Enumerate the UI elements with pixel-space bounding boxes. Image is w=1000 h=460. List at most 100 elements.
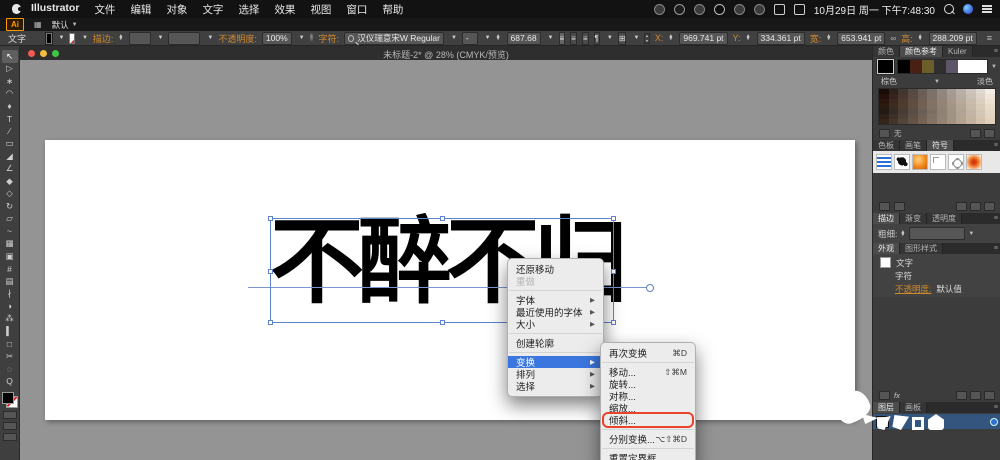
fill-color-swatch[interactable] xyxy=(44,31,53,45)
appearance-row-1[interactable]: 字符 xyxy=(873,269,1000,282)
chevron-down-icon[interactable]: ▼ xyxy=(82,35,88,41)
tab-颜色[interactable]: 颜色 xyxy=(873,46,900,57)
bluetooth-icon[interactable] xyxy=(733,3,745,15)
color-variations-grid[interactable] xyxy=(878,88,996,125)
new-stroke-icon[interactable] xyxy=(879,390,890,400)
stroke-link[interactable]: 描边: xyxy=(93,32,114,45)
y-field[interactable]: 334.361 pt xyxy=(756,31,805,45)
tab-描边[interactable]: 描边 xyxy=(873,213,900,224)
menu-item-reset-bounding-box[interactable]: 重置定界框 xyxy=(601,452,695,460)
menu-item-create-outlines[interactable]: 创建轮廓 xyxy=(508,337,603,350)
panel-menu-icon[interactable]: ≡ xyxy=(994,243,1000,254)
status-icon-3[interactable] xyxy=(693,3,705,15)
align-right-icon[interactable]: ≡ xyxy=(581,31,589,45)
panel-menu-icon[interactable]: ≡ xyxy=(994,402,1000,413)
style-circle-icon[interactable] xyxy=(309,33,314,43)
menubar-clock[interactable]: 10月29日 周一 下午7:48:30 xyxy=(814,2,935,17)
tab-Kuler[interactable]: Kuler xyxy=(943,46,973,57)
duplicate-item-icon[interactable] xyxy=(970,390,981,400)
x-field[interactable]: 969.741 pt xyxy=(679,31,728,45)
harmony-color-4[interactable] xyxy=(946,60,958,73)
save-group-icon[interactable] xyxy=(984,128,995,138)
chevron-down-icon[interactable]: ▼ xyxy=(991,64,997,70)
handle-top-right[interactable] xyxy=(611,216,616,221)
align-left-icon[interactable]: ≡ xyxy=(558,31,566,45)
chevron-down-icon[interactable]: ▼ xyxy=(548,35,554,41)
menubar-item-5[interactable]: 选择 xyxy=(238,2,259,17)
menubar-item-1[interactable]: 文件 xyxy=(94,2,115,17)
column-graph-tool[interactable]: ▍ xyxy=(2,325,18,338)
apple-logo-icon[interactable] xyxy=(12,4,22,14)
clear-appearance-icon[interactable] xyxy=(956,390,967,400)
pencil-tool[interactable]: ∠ xyxy=(2,163,18,176)
width-field[interactable]: 653.941 pt xyxy=(837,31,886,45)
color-variation-swatch[interactable] xyxy=(917,119,928,124)
stroke-color-swatch[interactable] xyxy=(69,32,75,44)
layer-selection-indicator[interactable] xyxy=(990,417,998,426)
siri-icon[interactable] xyxy=(963,4,973,14)
color-variation-swatch[interactable] xyxy=(888,119,899,124)
handle-middle-left[interactable] xyxy=(268,268,273,274)
tab-图形样式[interactable]: 图形样式 xyxy=(900,243,943,254)
weight-stepper[interactable]: ▲ ▼ xyxy=(900,229,905,237)
width-tool[interactable]: ~ xyxy=(2,225,18,238)
harmony-color-0[interactable] xyxy=(898,60,910,73)
gradient-tool[interactable]: ▤ xyxy=(2,275,18,288)
stroke-weight-stepper[interactable]: ▲ ▼ xyxy=(118,34,123,42)
new-symbol-icon[interactable] xyxy=(970,201,981,211)
color-variation-swatch[interactable] xyxy=(946,119,957,124)
menu-item-select[interactable]: 选择 ▶ xyxy=(508,380,603,393)
slice-tool[interactable]: ✂ xyxy=(2,350,18,363)
panel-menu-icon[interactable]: ≡ xyxy=(987,33,992,43)
font-style-select[interactable]: - xyxy=(461,31,478,45)
type-tool[interactable]: T xyxy=(2,113,18,126)
x-stepper[interactable]: ▲ ▼ xyxy=(668,34,673,42)
opacity-field[interactable]: 100% xyxy=(261,31,292,45)
harmony-color-5[interactable] xyxy=(958,60,970,73)
stroke-profile-select[interactable] xyxy=(168,31,201,45)
rectangle-tool[interactable]: ▭ xyxy=(2,138,18,151)
fill-chip[interactable] xyxy=(1,391,14,404)
eyedropper-tool[interactable]: ∤ xyxy=(2,288,18,301)
color-variation-swatch[interactable] xyxy=(956,119,966,124)
symbol-blank[interactable] xyxy=(930,154,946,170)
chevron-down-icon[interactable]: ▼ xyxy=(633,35,639,41)
harmony-colors-bar[interactable] xyxy=(897,59,989,74)
tab-画笔[interactable]: 画笔 xyxy=(900,140,927,151)
rotate-tool[interactable]: ↻ xyxy=(2,200,18,213)
symbol-ink-splatter[interactable] xyxy=(894,154,910,170)
line-tool[interactable]: ∕ xyxy=(2,125,18,138)
align-center-icon[interactable]: ≡ xyxy=(570,31,577,45)
chevron-down-icon[interactable]: ▼ xyxy=(207,35,213,41)
weight-field[interactable] xyxy=(909,227,966,240)
pen-tool[interactable]: ♦ xyxy=(2,100,18,113)
zoom-tool[interactable]: Q xyxy=(2,375,18,388)
menubar-item-2[interactable]: 编辑 xyxy=(130,2,151,17)
document-title-bar[interactable]: 未标题-2* @ 28% (CMYK/预览) xyxy=(20,46,872,61)
font-family-select[interactable]: 汉仪瑞意宋W Regular xyxy=(343,31,444,45)
chevron-down-icon[interactable]: ▼ xyxy=(968,231,974,237)
status-icon-4[interactable] xyxy=(713,3,725,15)
chevron-down-icon[interactable]: ▼ xyxy=(158,35,164,41)
menubar-item-6[interactable]: 效果 xyxy=(274,2,295,17)
lasso-tool[interactable]: ◠ xyxy=(2,88,18,101)
color-variation-swatch[interactable] xyxy=(879,119,889,124)
menubar-item-0[interactable]: Illustrator xyxy=(31,2,79,17)
volume-icon[interactable] xyxy=(753,3,765,15)
character-link[interactable]: 字符: xyxy=(318,32,339,45)
chevron-down-icon[interactable]: ▼ xyxy=(451,35,457,41)
shape-builder-tool[interactable]: ▣ xyxy=(2,250,18,263)
width-stepper[interactable]: ▲ ▼ xyxy=(826,34,831,42)
font-size-field[interactable]: 687.68 xyxy=(506,31,541,45)
link-dimensions-icon[interactable]: ∞ xyxy=(890,34,896,43)
delete-item-icon[interactable] xyxy=(984,390,995,400)
artboard-tool[interactable]: □ xyxy=(2,338,18,351)
height-field[interactable]: 288.209 pt xyxy=(928,31,977,45)
magic-wand-tool[interactable]: ∗ xyxy=(2,75,18,88)
harmony-color-1[interactable] xyxy=(910,60,922,73)
appearance-row-0[interactable]: 文字 xyxy=(873,256,1000,269)
free-transform-tool[interactable]: ▦ xyxy=(2,238,18,251)
symbol-sprayer-tool[interactable]: ⁂ xyxy=(2,313,18,326)
blend-tool[interactable]: ◑ xyxy=(2,300,18,313)
arrange-documents-icon[interactable]: ▦ xyxy=(34,20,42,29)
